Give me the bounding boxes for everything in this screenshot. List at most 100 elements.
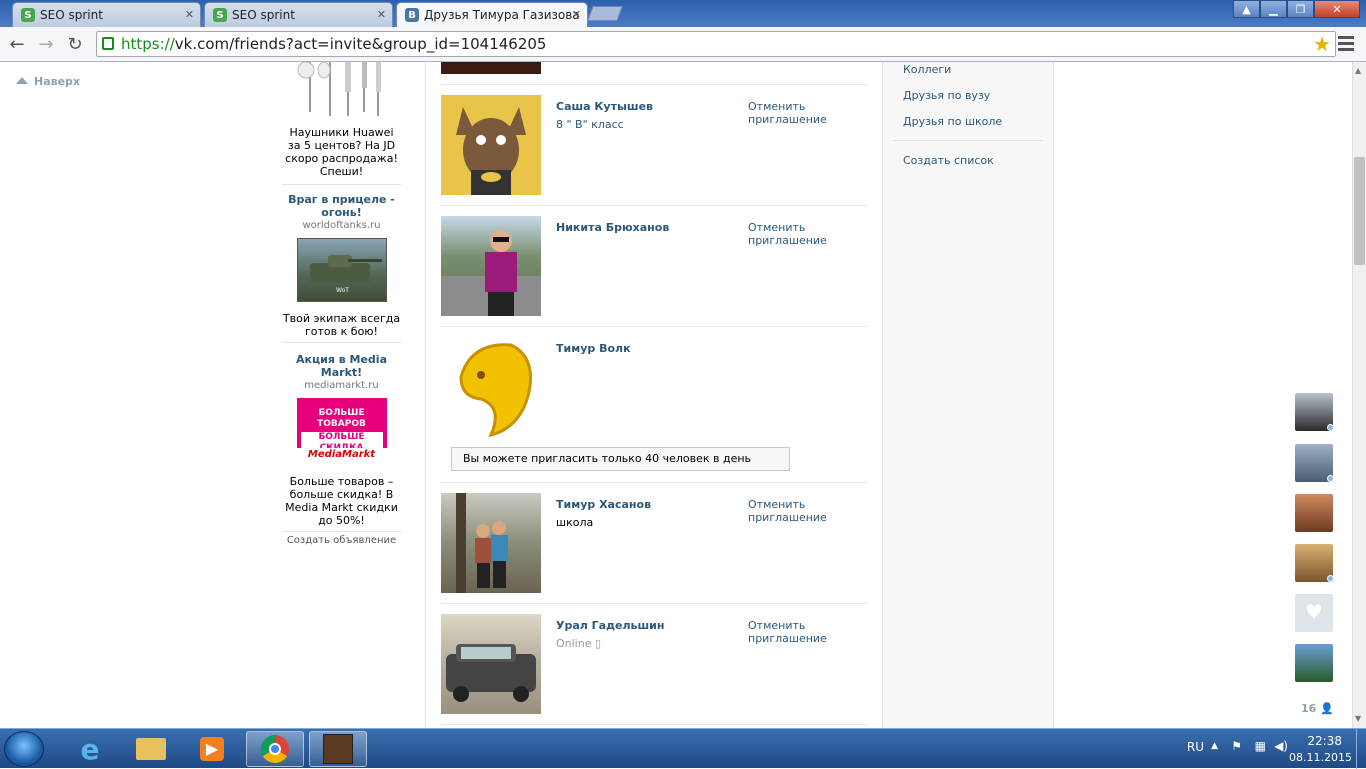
mobile-icon: ▯ <box>594 637 602 650</box>
tab-label: SEO sprint <box>40 8 103 22</box>
friends-invite-list: Саша Кутышев 8 " В" класс Отменить пригла… <box>425 62 883 728</box>
friend-photo[interactable] <box>441 95 541 195</box>
cancel-invite-link[interactable]: Отменить приглашение <box>748 498 827 524</box>
minimize-button[interactable]: ▁ <box>1260 0 1287 18</box>
chrome-icon[interactable] <box>246 731 304 767</box>
cancel-invite-link[interactable]: Отменить приглашение <box>748 619 827 645</box>
game-app-icon[interactable] <box>309 731 367 767</box>
scroll-to-top-link[interactable]: Наверх <box>16 75 80 88</box>
friend-name[interactable]: Тимур Волк <box>556 342 631 355</box>
ads-column: Наушники Huawei за 5 центов? На JD скоро… <box>282 62 401 546</box>
language-indicator[interactable]: RU <box>1187 740 1204 754</box>
browser-chrome: S SEO sprint ✕ S SEO sprint ✕ B Друзья Т… <box>0 0 1366 62</box>
page-scrollbar[interactable]: ▲ ▼ <box>1352 62 1366 728</box>
seo-sprint-favicon-icon: S <box>21 8 35 22</box>
cancel-invite-link[interactable]: Отменить приглашение <box>748 221 827 247</box>
online-friend-avatar[interactable] <box>1295 444 1334 482</box>
tab-label: SEO sprint <box>232 8 295 22</box>
friend-name[interactable]: Урал Гадельшин <box>556 619 664 632</box>
filter-university[interactable]: Друзья по вузу <box>903 89 990 102</box>
friend-row: Тимур Хасанов школа Отменить приглашение <box>441 483 868 604</box>
friend-name[interactable]: Саша Кутышев <box>556 100 653 113</box>
online-friend-avatar[interactable] <box>1295 393 1334 431</box>
volume-icon[interactable]: ◀) <box>1274 739 1288 753</box>
windows-taskbar: e ▶ RU ▲ ⚑ ▦ ◀) 22:38 08.11.2015 <box>0 728 1366 769</box>
online-friend-avatar[interactable] <box>1295 544 1334 582</box>
page-content: Наверх Наушники Huawei за 5 центов? На J… <box>0 62 1352 728</box>
seo-sprint-favicon-icon: S <box>213 8 227 22</box>
create-list-link[interactable]: Создать список <box>903 154 994 167</box>
mediamarkt-logo: MediaMarkt <box>296 448 387 462</box>
ad-title[interactable]: Акция в Media Markt! <box>282 353 401 379</box>
network-icon[interactable]: ▦ <box>1255 739 1266 753</box>
friend-photo[interactable] <box>441 216 541 316</box>
cancel-invite-link[interactable]: Отменить приглашение <box>748 100 827 126</box>
invite-limit-notice: Вы можете пригласить только 40 человек в… <box>451 447 790 471</box>
ad-image-headphones[interactable] <box>282 62 401 118</box>
scroll-up-arrow-icon[interactable]: ▲ <box>1355 66 1361 75</box>
friend-photo[interactable] <box>441 337 541 438</box>
media-player-icon[interactable]: ▶ <box>183 731 241 767</box>
tab-vk-friends[interactable]: B Друзья Тимура Газизова ✕ <box>396 2 588 27</box>
filter-divider <box>893 140 1043 141</box>
back-icon[interactable]: ← <box>6 34 28 55</box>
url-text: vk.com/friends?act=invite&group_id=10414… <box>174 35 547 53</box>
ad-image-tank[interactable]: WoT <box>296 238 387 302</box>
online-friend-avatar[interactable]: ♥ <box>1295 594 1333 632</box>
friend-photo[interactable] <box>441 62 541 74</box>
ad-text[interactable]: Твой экипаж всегда готов к бою! <box>282 312 401 338</box>
user-icon[interactable]: ▲ <box>1233 0 1260 18</box>
friend-photo[interactable] <box>441 614 541 714</box>
ad-title[interactable]: Враг в прицеле - огонь! <box>282 193 401 219</box>
address-bar[interactable]: https://vk.com/friends?act=invite&group_… <box>96 31 1336 57</box>
filter-school[interactable]: Друзья по школе <box>903 115 1002 128</box>
ad-divider <box>282 184 401 185</box>
close-tab-icon[interactable]: ✕ <box>185 8 194 21</box>
close-tab-icon[interactable]: ✕ <box>572 8 581 21</box>
person-icon: 👤 <box>1320 702 1334 715</box>
ad-text[interactable]: Наушники Huawei за 5 центов? На JD скоро… <box>282 126 401 178</box>
friend-photo[interactable] <box>441 493 541 593</box>
scrollbar-thumb[interactable] <box>1354 157 1365 265</box>
headphones-image <box>297 62 381 116</box>
show-hidden-icons-icon[interactable]: ▲ <box>1211 741 1218 751</box>
file-explorer-icon[interactable] <box>122 731 180 767</box>
clock-date[interactable]: 08.11.2015 <box>1289 751 1352 764</box>
friend-name[interactable]: Тимур Хасанов <box>556 498 651 511</box>
forward-icon[interactable]: → <box>35 34 57 55</box>
banner-line: БОЛЬШЕ ТОВАРОВ <box>317 408 366 429</box>
ad-image-mediamarkt[interactable]: БОЛЬШЕ ТОВАРОВ БОЛЬШЕ СКИДКА MediaMarkt <box>296 398 387 462</box>
tab-seo-sprint-1[interactable]: S SEO sprint ✕ <box>12 2 201 27</box>
show-desktop-button[interactable] <box>1356 729 1366 769</box>
bookmark-star-icon[interactable]: ★ <box>1313 32 1331 56</box>
tab-strip: S SEO sprint ✕ S SEO sprint ✕ B Друзья Т… <box>0 0 1366 27</box>
friend-school: 8 " В" класс <box>556 118 624 131</box>
action-center-flag-icon[interactable]: ⚑ <box>1231 739 1242 753</box>
friends-filter-panel: Коллеги Друзья по вузу Друзья по школе С… <box>883 62 1054 728</box>
online-status: Online ▯ <box>556 637 602 650</box>
clock-time[interactable]: 22:38 <box>1307 734 1342 748</box>
friend-row: Саша Кутышев 8 " В" класс Отменить пригла… <box>441 85 868 206</box>
friend-name[interactable]: Никита Брюханов <box>556 221 669 234</box>
chrome-menu-icon[interactable] <box>1338 36 1354 54</box>
reload-icon[interactable]: ↻ <box>64 34 86 55</box>
friend-school: школа <box>556 516 594 529</box>
scroll-down-arrow-icon[interactable]: ▼ <box>1355 714 1361 723</box>
close-tab-icon[interactable]: ✕ <box>377 8 386 21</box>
ad-domain: worldoftanks.ru <box>302 220 381 231</box>
create-ad-link[interactable]: Создать объявление <box>282 535 401 546</box>
ad-divider <box>282 342 401 343</box>
maximize-button[interactable]: ❐ <box>1287 0 1314 18</box>
filter-colleagues[interactable]: Коллеги <box>903 63 951 76</box>
online-friend-avatar[interactable] <box>1295 494 1333 532</box>
online-friends-count[interactable]: 16 👤 <box>1301 702 1334 715</box>
internet-explorer-icon[interactable]: e <box>61 731 119 767</box>
tab-seo-sprint-2[interactable]: S SEO sprint ✕ <box>204 2 393 27</box>
default-avatar-icon: ♥ <box>1305 600 1323 624</box>
online-friend-avatar[interactable] <box>1295 644 1333 682</box>
ad-text[interactable]: Больше товаров – больше скидка! В Media … <box>282 475 401 527</box>
close-window-button[interactable]: ✕ <box>1314 0 1360 18</box>
friend-row: Тимур Волк Вы можете пригласить только 4… <box>441 327 868 483</box>
new-tab-button[interactable] <box>587 6 623 21</box>
start-button[interactable] <box>4 731 44 767</box>
